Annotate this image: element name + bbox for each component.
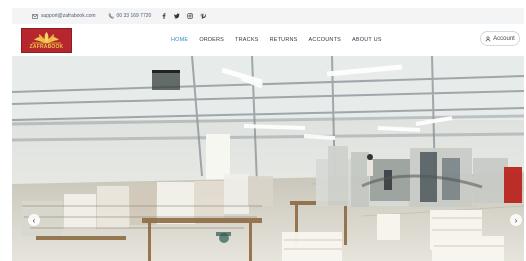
mail-icon — [32, 13, 38, 19]
zafrabook-logo[interactable]: ZAFRABOOK — [21, 28, 72, 53]
site-header: ZAFRABOOK HOME ORDERS TRACKS RETURNS ACC… — [12, 24, 524, 56]
nav-home[interactable]: HOME — [171, 37, 188, 43]
phone-text: 00 33 169 7720 — [116, 13, 152, 19]
facebook-icon[interactable] — [161, 13, 167, 19]
phone-icon — [108, 13, 114, 19]
top-bar: support@zafrabook.com 00 33 169 7720 — [12, 8, 524, 24]
main-navigation: HOME ORDERS TRACKS RETURNS ACCOUNTS ABOU… — [171, 37, 382, 43]
hero-warehouse-image: ‹ › — [12, 56, 524, 261]
arrow-right-icon: › — [514, 215, 518, 225]
instagram-icon[interactable] — [187, 13, 194, 19]
logo-text: ZAFRABOOK — [29, 44, 64, 50]
twitter-icon[interactable] — [174, 13, 181, 19]
account-button[interactable]: Account — [480, 31, 520, 46]
user-icon — [485, 36, 491, 42]
pinterest-icon[interactable] — [200, 13, 207, 20]
email-contact[interactable]: support@zafrabook.com — [32, 13, 96, 19]
nav-about-us[interactable]: ABOUT US — [352, 37, 382, 43]
account-label: Account — [493, 35, 515, 42]
warehouse-scene — [12, 56, 524, 261]
nav-returns[interactable]: RETURNS — [270, 37, 298, 43]
email-text: support@zafrabook.com — [41, 13, 96, 19]
phone-contact[interactable]: 00 33 169 7720 — [108, 13, 152, 19]
next-slide-button[interactable]: › — [510, 214, 522, 226]
social-links — [161, 13, 207, 20]
nav-orders[interactable]: ORDERS — [199, 37, 224, 43]
nav-tracks[interactable]: TRACKS — [235, 37, 259, 43]
nav-accounts[interactable]: ACCOUNTS — [309, 37, 341, 43]
arrow-left-icon: ‹ — [32, 215, 36, 225]
previous-slide-button[interactable]: ‹ — [28, 214, 40, 226]
